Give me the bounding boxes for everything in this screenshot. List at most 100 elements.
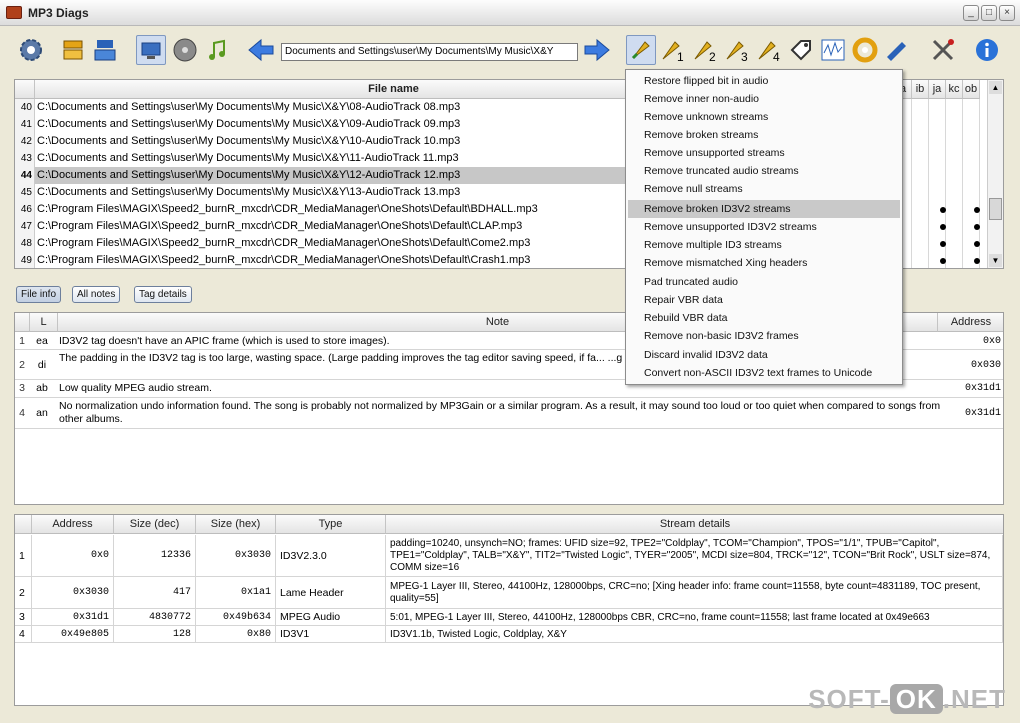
watermark-right: .NET bbox=[942, 684, 1006, 714]
stream-size-hex: 0x1a1 bbox=[196, 577, 276, 608]
note-col-header[interactable]: kc bbox=[946, 80, 963, 99]
file-row[interactable]: 49 C:\Program Files\MAGIX\Speed2_burnR_mx… bbox=[15, 252, 629, 268]
notes-corner-header bbox=[15, 313, 30, 332]
tab-all-notes[interactable]: All notes bbox=[72, 286, 121, 303]
menu-item[interactable]: Remove truncated audio streams bbox=[628, 162, 900, 180]
tab-tag-details[interactable]: Tag details bbox=[134, 286, 192, 303]
menu-item[interactable]: Remove non-basic ID3V2 frames bbox=[628, 327, 900, 345]
svg-text:3: 3 bbox=[741, 50, 748, 63]
stream-size-dec: 4830772 bbox=[114, 609, 196, 625]
file-row-selected[interactable]: 44 C:\Documents and Settings\user\My Docu… bbox=[15, 167, 629, 184]
stream-size-hex: 0x49b634 bbox=[196, 609, 276, 625]
tag-editor-icon[interactable] bbox=[786, 35, 816, 65]
type-header[interactable]: Type bbox=[276, 515, 386, 534]
svg-text:1: 1 bbox=[677, 50, 684, 63]
note-dot bbox=[974, 258, 980, 264]
file-row[interactable]: 47 C:\Program Files\MAGIX\Speed2_burnR_mx… bbox=[15, 218, 629, 235]
file-row[interactable]: 48 C:\Program Files\MAGIX\Speed2_burnR_mx… bbox=[15, 235, 629, 252]
note-col-header[interactable]: ja bbox=[929, 80, 946, 99]
menu-item[interactable]: Pad truncated audio bbox=[628, 273, 900, 291]
mode-song-icon[interactable] bbox=[202, 35, 232, 65]
menu-item[interactable]: Remove unknown streams bbox=[628, 108, 900, 126]
note-text: No normalization undo information found.… bbox=[59, 400, 941, 425]
scroll-up-arrow-icon[interactable]: ▲ bbox=[989, 81, 1002, 94]
note-dot bbox=[940, 207, 946, 213]
stream-size-hex: 0x80 bbox=[196, 626, 276, 642]
size-dec-header[interactable]: Size (dec) bbox=[114, 515, 196, 534]
transform-1-icon[interactable]: 1 bbox=[658, 35, 688, 65]
transform-3-icon[interactable]: 3 bbox=[722, 35, 752, 65]
note-dot bbox=[974, 207, 980, 213]
stream-row[interactable]: 3 0x31d1 4830772 0x49b634 MPEG Audio 5:0… bbox=[15, 609, 1003, 626]
menu-item[interactable]: Restore flipped bit in audio bbox=[628, 72, 900, 90]
stream-size-hex: 0x3030 bbox=[196, 535, 276, 576]
reload-icon[interactable] bbox=[850, 35, 880, 65]
menu-item[interactable]: Remove broken streams bbox=[628, 126, 900, 144]
note-row[interactable]: 4 an No normalization undo information f… bbox=[15, 398, 1003, 429]
menu-item[interactable]: Remove null streams bbox=[628, 180, 900, 198]
menu-item[interactable]: Repair VBR data bbox=[628, 291, 900, 309]
stream-address: 0x0 bbox=[32, 535, 114, 576]
menu-item[interactable]: Discard invalid ID3V2 data bbox=[628, 346, 900, 364]
folder-path-field[interactable]: Documents and Settings\user\My Documents… bbox=[281, 43, 578, 61]
transform-4-icon[interactable]: 4 bbox=[754, 35, 784, 65]
settings-gear-icon[interactable] bbox=[16, 35, 46, 65]
transform-custom-icon[interactable] bbox=[626, 35, 656, 65]
tab-file-info[interactable]: File info bbox=[16, 286, 62, 303]
note-grid-column bbox=[946, 99, 963, 268]
file-row[interactable]: 42 C:\Documents and Settings\user\My Docu… bbox=[15, 133, 629, 150]
menu-item-highlighted[interactable]: Remove broken ID3V2 streams bbox=[628, 200, 900, 218]
file-row[interactable]: 41 C:\Documents and Settings\user\My Docu… bbox=[15, 116, 629, 133]
file-row[interactable]: 46 C:\Program Files\MAGIX\Speed2_burnR_mx… bbox=[15, 201, 629, 218]
close-button[interactable]: × bbox=[999, 5, 1015, 21]
stream-details-header[interactable]: Stream details bbox=[386, 515, 1003, 534]
size-hex-header[interactable]: Size (hex) bbox=[196, 515, 276, 534]
note-col-header[interactable]: ib bbox=[912, 80, 929, 99]
level-header[interactable]: L bbox=[30, 313, 58, 332]
address-header[interactable]: Address bbox=[32, 515, 114, 534]
files-scrollbar[interactable]: ▲ ▼ bbox=[987, 80, 1003, 268]
note-number: 1 bbox=[19, 335, 25, 347]
stream-type: Lame Header bbox=[276, 577, 386, 608]
stream-row[interactable]: 1 0x0 12336 0x3030 ID3V2.3.0 padding=102… bbox=[15, 535, 1003, 577]
scroll-down-arrow-icon[interactable]: ▼ bbox=[989, 254, 1002, 267]
file-row[interactable]: 43 C:\Documents and Settings\user\My Docu… bbox=[15, 150, 629, 167]
stream-number: 2 bbox=[15, 577, 32, 608]
next-folder-arrow-icon[interactable] bbox=[582, 35, 612, 65]
note-dot bbox=[940, 224, 946, 230]
rename-files-icon[interactable] bbox=[882, 35, 912, 65]
normalize-icon[interactable] bbox=[818, 35, 848, 65]
stream-size-dec: 417 bbox=[114, 577, 196, 608]
filter-icon[interactable] bbox=[90, 35, 120, 65]
minimize-button[interactable]: _ bbox=[963, 5, 979, 21]
menu-item[interactable]: Remove mismatched Xing headers bbox=[628, 254, 900, 272]
app-icon bbox=[6, 6, 22, 19]
transform-2-icon[interactable]: 2 bbox=[690, 35, 720, 65]
mode-album-icon[interactable] bbox=[170, 35, 200, 65]
note-level: an bbox=[36, 407, 48, 419]
note-address: 0x31d1 bbox=[964, 383, 1001, 394]
file-row[interactable]: 40 C:\Documents and Settings\user\My Docu… bbox=[15, 99, 629, 116]
menu-item[interactable]: Convert non-ASCII ID3V2 text frames to U… bbox=[628, 364, 900, 382]
previous-folder-arrow-icon[interactable] bbox=[246, 35, 276, 65]
stream-number: 4 bbox=[15, 626, 32, 642]
menu-item[interactable]: Remove unsupported streams bbox=[628, 144, 900, 162]
menu-item[interactable]: Rebuild VBR data bbox=[628, 309, 900, 327]
stream-row[interactable]: 2 0x3030 417 0x1a1 Lame Header MPEG-1 La… bbox=[15, 577, 1003, 609]
file-row[interactable]: 45 C:\Documents and Settings\user\My Docu… bbox=[15, 184, 629, 201]
tools-icon[interactable] bbox=[928, 35, 958, 65]
about-info-icon[interactable] bbox=[972, 35, 1002, 65]
maximize-button[interactable]: □ bbox=[981, 5, 997, 21]
note-col-header[interactable]: ob bbox=[963, 80, 980, 99]
stream-row[interactable]: 4 0x49e805 128 0x80 ID3V1 ID3V1.1b, Twis… bbox=[15, 626, 1003, 643]
address-header[interactable]: Address bbox=[938, 313, 1003, 332]
menu-item[interactable]: Remove multiple ID3 streams bbox=[628, 236, 900, 254]
menu-item[interactable]: Remove unsupported ID3V2 streams bbox=[628, 218, 900, 236]
scan-folders-icon[interactable] bbox=[58, 35, 88, 65]
menu-item[interactable]: Remove inner non-audio bbox=[628, 90, 900, 108]
mode-all-files-icon[interactable] bbox=[136, 35, 166, 65]
note-dot bbox=[940, 241, 946, 247]
streams-corner-header bbox=[15, 515, 32, 534]
scroll-thumb[interactable] bbox=[989, 198, 1002, 220]
note-level: ea bbox=[36, 335, 48, 347]
